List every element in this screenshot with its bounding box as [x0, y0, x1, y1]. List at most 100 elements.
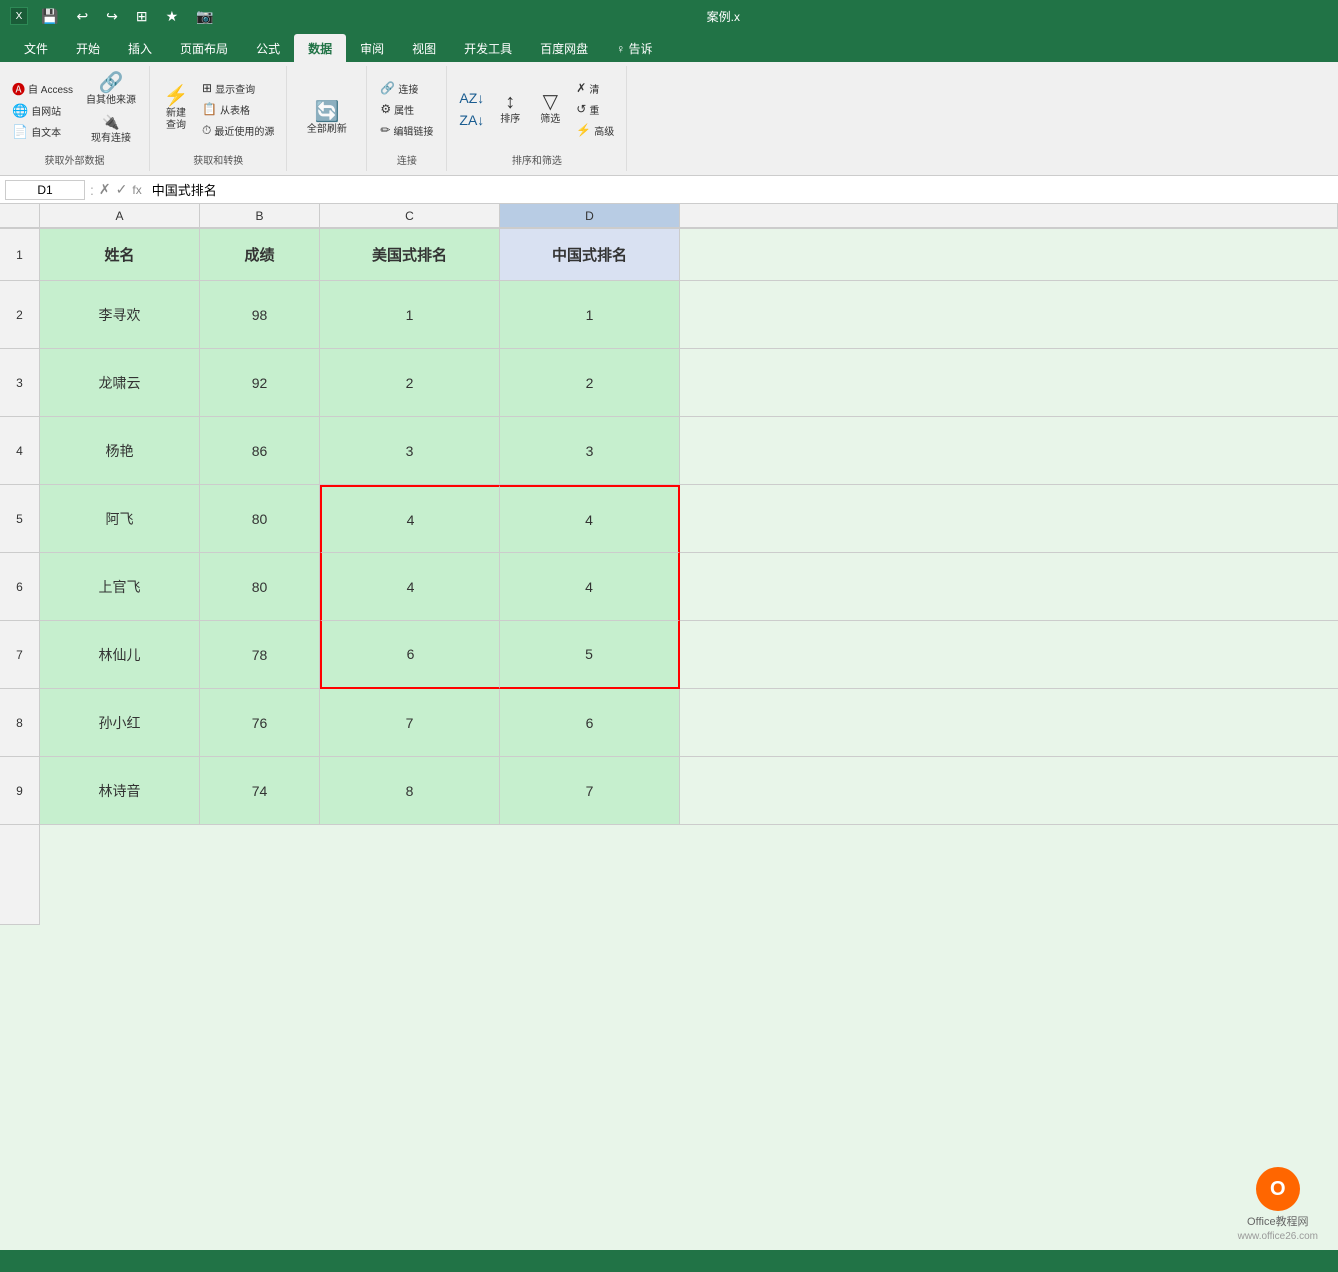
tab-start[interactable]: 开始	[62, 34, 114, 62]
cell-e1[interactable]	[680, 229, 1338, 281]
cell-b9[interactable]: 74	[200, 757, 320, 825]
cell-d2[interactable]: 1	[500, 281, 680, 349]
undo-btn[interactable]: ↩	[71, 6, 93, 27]
btn-new-query[interactable]: ⚡ 新建查询	[158, 83, 194, 135]
cell-c8[interactable]: 7	[320, 689, 500, 757]
btn-refresh-all[interactable]: 🔄 全部刷新	[302, 99, 352, 139]
cell-b5[interactable]: 80	[200, 485, 320, 553]
cell-b4[interactable]: 86	[200, 417, 320, 485]
cell-c4[interactable]: 3	[320, 417, 500, 485]
btn-sort[interactable]: ↕ 排序	[492, 89, 528, 129]
tab-formula[interactable]: 公式	[242, 34, 294, 62]
cell-b8[interactable]: 76	[200, 689, 320, 757]
cell-d6[interactable]: 4	[500, 553, 680, 621]
cell-c7[interactable]: 6	[320, 621, 500, 689]
tab-file[interactable]: 文件	[10, 34, 62, 62]
cell-e7[interactable]	[680, 621, 1338, 689]
cell-a1[interactable]: 姓名	[40, 229, 200, 281]
tab-baidu[interactable]: 百度网盘	[526, 34, 602, 62]
cell-c9[interactable]: 8	[320, 757, 500, 825]
tab-view[interactable]: 视图	[398, 34, 450, 62]
custom-btn1[interactable]: ⊞	[131, 6, 153, 27]
btn-filter[interactable]: ▽ 筛选	[532, 89, 568, 129]
cell-b3[interactable]: 92	[200, 349, 320, 417]
formula-input[interactable]	[147, 180, 1333, 199]
redo-btn[interactable]: ↪	[101, 6, 123, 27]
btn-from-table[interactable]: 📋 从表格	[198, 100, 278, 119]
cell-e2[interactable]	[680, 281, 1338, 349]
cell-b7[interactable]: 78	[200, 621, 320, 689]
btn-props[interactable]: ⚙ 属性	[376, 100, 437, 119]
cell-d7[interactable]: 5	[500, 621, 680, 689]
tab-help[interactable]: ♀ 告诉	[602, 34, 666, 62]
cell-a6[interactable]: 上官飞	[40, 553, 200, 621]
cell-a2[interactable]: 李寻欢	[40, 281, 200, 349]
cell-a9[interactable]: 林诗音	[40, 757, 200, 825]
cell-d3[interactable]: 2	[500, 349, 680, 417]
name-box[interactable]	[5, 180, 85, 200]
cell-d8[interactable]: 6	[500, 689, 680, 757]
btn-web[interactable]: 🌐 自网站	[8, 101, 77, 121]
from-table-label: 从表格	[220, 102, 250, 117]
cell-e3[interactable]	[680, 349, 1338, 417]
cell-c5[interactable]: 4	[320, 485, 500, 553]
confirm-icon[interactable]: ✓	[116, 181, 128, 198]
btn-access[interactable]: 🅐 自 Access	[8, 77, 77, 100]
col-header-D[interactable]: D	[500, 204, 680, 228]
col-header-E[interactable]	[680, 204, 1338, 228]
btn-other-sources[interactable]: 🔗 自其他来源	[81, 70, 141, 110]
btn-existing-conn[interactable]: 🔌 现有连接	[81, 111, 141, 148]
save-btn[interactable]: 💾	[36, 6, 63, 27]
col-header-C[interactable]: C	[320, 204, 500, 228]
btn-show-query[interactable]: ⊞ 显示查询	[198, 79, 278, 98]
cancel-icon[interactable]: ✗	[99, 181, 111, 198]
tab-review[interactable]: 审阅	[346, 34, 398, 62]
tab-data[interactable]: 数据	[294, 34, 346, 62]
col-header-A[interactable]: A	[40, 204, 200, 228]
cell-b2[interactable]: 98	[200, 281, 320, 349]
cell-a4[interactable]: 杨艳	[40, 417, 200, 485]
btn-sort-az[interactable]: AZ↓	[455, 88, 488, 108]
camera-btn[interactable]: 📷	[191, 6, 218, 27]
filter-label: 筛选	[540, 114, 560, 126]
sort-az-icon: AZ↓	[459, 90, 484, 106]
cell-e9[interactable]	[680, 757, 1338, 825]
btn-edit-links[interactable]: ✏ 编辑链接	[376, 121, 437, 140]
edit-links-icon: ✏	[380, 123, 390, 137]
tab-dev-tools[interactable]: 开发工具	[450, 34, 526, 62]
cell-d5[interactable]: 4	[500, 485, 680, 553]
cell-c3[interactable]: 2	[320, 349, 500, 417]
tab-insert[interactable]: 插入	[114, 34, 166, 62]
cell-c6[interactable]: 4	[320, 553, 500, 621]
tab-page-layout[interactable]: 页面布局	[166, 34, 242, 62]
cell-c1[interactable]: 美国式排名	[320, 229, 500, 281]
btn-clear[interactable]: ✗ 清	[572, 79, 618, 98]
btn-recent-sources[interactable]: ⏱ 最近使用的源	[198, 121, 278, 140]
btn-connect[interactable]: 🔗 连接	[376, 79, 437, 98]
props-label: 属性	[394, 102, 414, 117]
cell-a5[interactable]: 阿飞	[40, 485, 200, 553]
function-icon[interactable]: fx	[132, 183, 141, 197]
cell-d4[interactable]: 3	[500, 417, 680, 485]
cell-d1[interactable]: 中国式排名	[500, 229, 680, 281]
col-header-B[interactable]: B	[200, 204, 320, 228]
group-refresh: 🔄 全部刷新	[287, 66, 367, 171]
cell-d9[interactable]: 7	[500, 757, 680, 825]
btn-sort-za[interactable]: ZA↓	[455, 110, 488, 130]
ribbon-tabs: 文件 开始 插入 页面布局 公式 数据 审阅 视图 开发工具 百度网盘 ♀ 告诉	[0, 32, 1338, 62]
cell-b1[interactable]: 成绩	[200, 229, 320, 281]
cell-c2[interactable]: 1	[320, 281, 500, 349]
cell-a8[interactable]: 孙小红	[40, 689, 200, 757]
cell-a3[interactable]: 龙啸云	[40, 349, 200, 417]
btn-text[interactable]: 📄 自文本	[8, 122, 77, 142]
btn-advanced[interactable]: ⚡ 高级	[572, 121, 618, 140]
custom-btn2[interactable]: ★	[161, 6, 184, 27]
sort-za-icon: ZA↓	[459, 112, 484, 128]
cell-a7[interactable]: 林仙儿	[40, 621, 200, 689]
cell-e4[interactable]	[680, 417, 1338, 485]
cell-b6[interactable]: 80	[200, 553, 320, 621]
cell-e5[interactable]	[680, 485, 1338, 553]
cell-e6[interactable]	[680, 553, 1338, 621]
btn-reapply[interactable]: ↺ 重	[572, 100, 618, 119]
cell-e8[interactable]	[680, 689, 1338, 757]
